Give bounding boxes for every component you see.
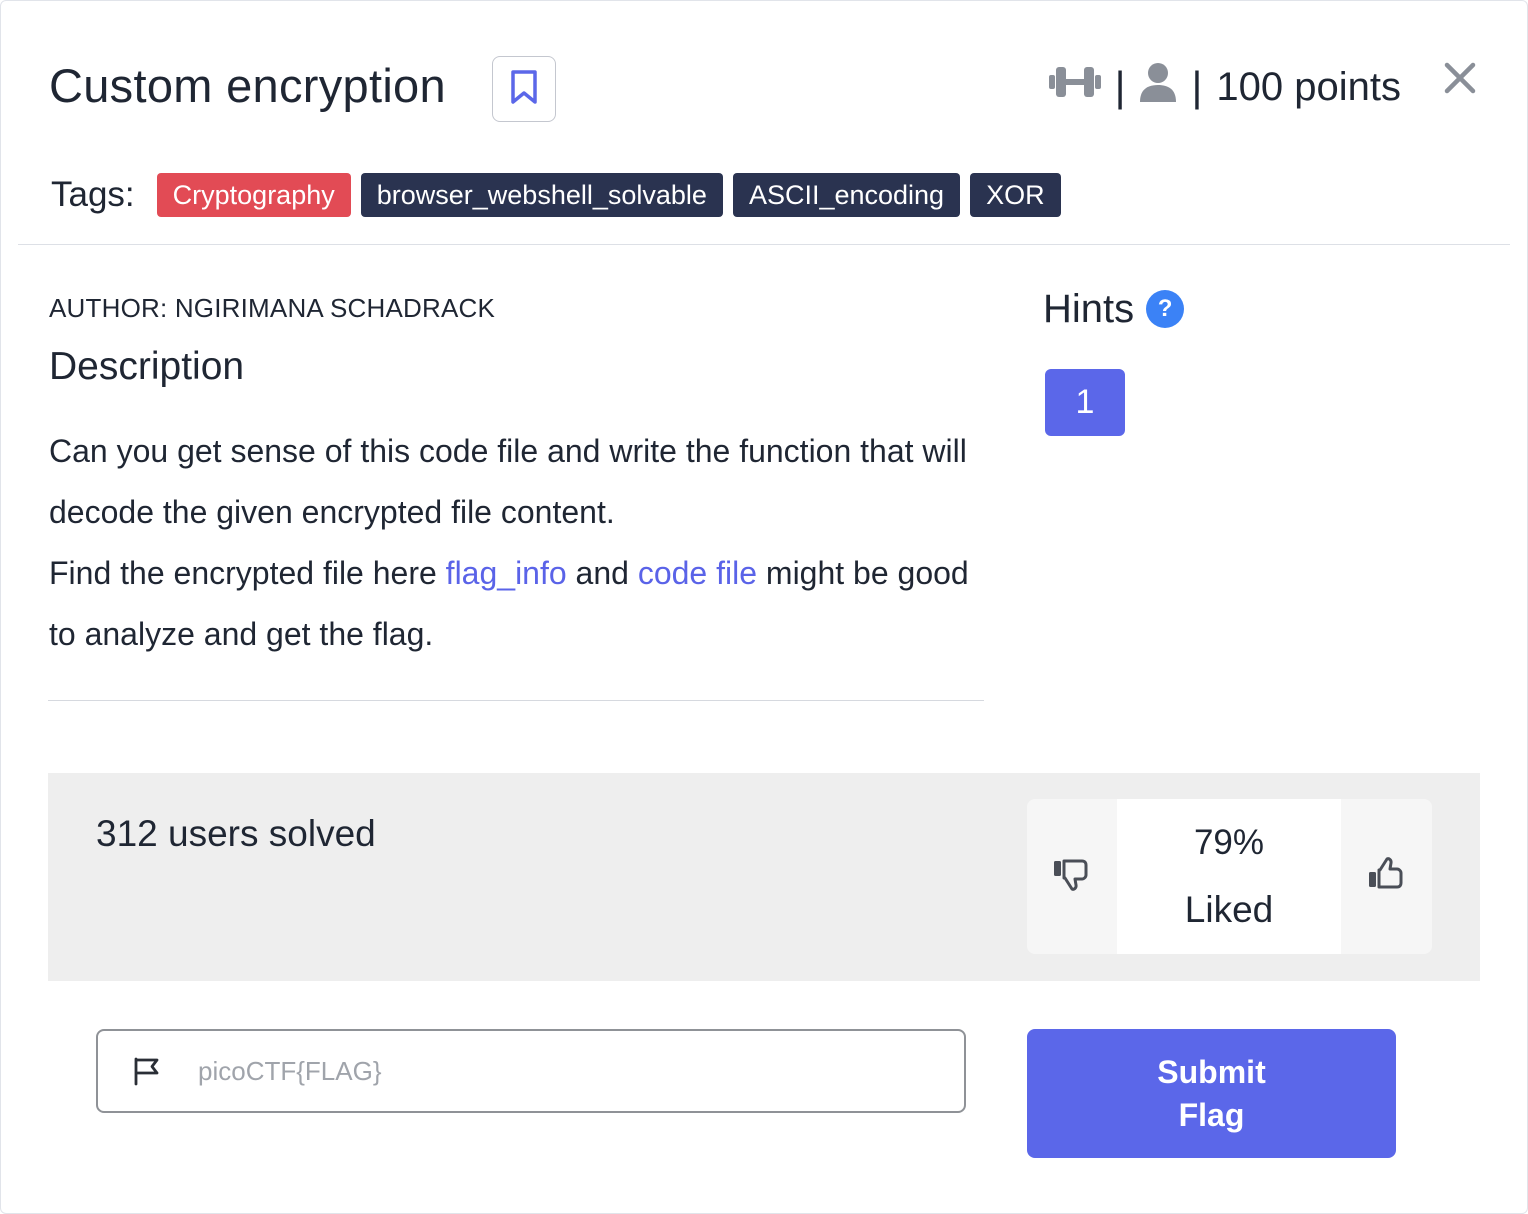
challenge-modal: Custom encryption | | 100 points Tags: C… xyxy=(0,0,1528,1214)
tag-browser-webshell-solvable[interactable]: browser_webshell_solvable xyxy=(360,173,723,217)
challenge-title: Custom encryption xyxy=(49,59,446,112)
meta-separator: | xyxy=(1191,63,1203,110)
code-file-link[interactable]: code file xyxy=(638,555,757,591)
thumbs-up-icon xyxy=(1368,856,1406,897)
liked-label: Liked xyxy=(1184,889,1274,930)
solved-count: 312 users solved xyxy=(96,813,376,854)
flag-input[interactable] xyxy=(196,1054,880,1088)
description-line2-prefix: Find the encrypted file here xyxy=(49,555,446,591)
liked-percent: 79% xyxy=(1193,823,1265,862)
description-line2-mid: and xyxy=(566,555,638,591)
rating-box: 79% Liked xyxy=(1027,799,1432,954)
description-line1: Can you get sense of this code file and … xyxy=(49,433,967,530)
dislike-button[interactable] xyxy=(1027,799,1117,954)
hint-button-1[interactable]: 1 xyxy=(1045,369,1125,436)
hints-heading: Hints xyxy=(1043,286,1135,331)
hints-header: Hints ? xyxy=(1043,285,1185,333)
description-divider xyxy=(48,700,984,701)
author-line: AUTHOR: NGIRIMANA SCHADRACK xyxy=(49,293,496,323)
tag-cryptography[interactable]: Cryptography xyxy=(156,173,351,217)
like-button[interactable] xyxy=(1342,799,1432,954)
submit-flag-label: Submit Flag xyxy=(1157,1053,1266,1133)
flag-icon xyxy=(132,1056,162,1086)
points-value: 100 points xyxy=(1216,64,1401,109)
flag-info-link[interactable]: flag_info xyxy=(446,555,567,591)
tag-ascii-encoding[interactable]: ASCII_encoding xyxy=(732,173,961,217)
help-icon[interactable]: ? xyxy=(1146,290,1185,328)
close-icon xyxy=(1444,62,1476,99)
description-body: Can you get sense of this code file and … xyxy=(49,421,989,665)
rating-summary: 79% Liked xyxy=(1117,799,1341,954)
header-divider xyxy=(18,244,1510,245)
difficulty-icon xyxy=(1048,63,1101,111)
bookmark-icon xyxy=(510,69,538,110)
bookmark-button[interactable] xyxy=(492,56,556,122)
tags-row: Tags: Cryptography browser_webshell_solv… xyxy=(51,173,1061,217)
tag-xor[interactable]: XOR xyxy=(970,173,1061,217)
flag-input-field[interactable] xyxy=(96,1029,966,1113)
meta-separator: | xyxy=(1114,63,1126,110)
challenge-meta: | | 100 points xyxy=(1048,59,1401,115)
stats-panel: 312 users solved 79% Liked xyxy=(48,773,1480,981)
user-icon xyxy=(1139,62,1177,112)
thumbs-down-icon xyxy=(1053,856,1091,897)
tags-label: Tags: xyxy=(51,175,135,214)
close-button[interactable] xyxy=(1441,61,1479,99)
submit-flag-button[interactable]: Submit Flag xyxy=(1027,1029,1396,1158)
description-heading: Description xyxy=(49,345,245,388)
